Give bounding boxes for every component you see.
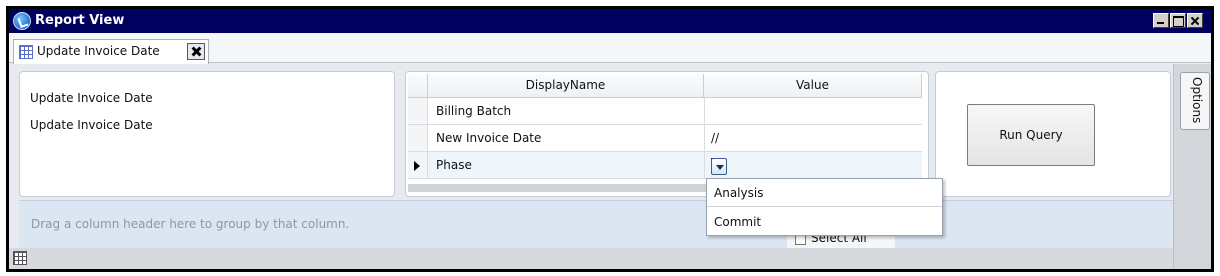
close-icon[interactable] (187, 43, 205, 60)
title-bar[interactable]: Report View (9, 9, 1211, 33)
param-value-cell[interactable] (704, 98, 922, 124)
group-by-hint: Drag a column header here to group by th… (31, 217, 350, 231)
row-selector-header (408, 74, 428, 98)
param-name-cell: Billing Batch (436, 104, 512, 118)
document-tab-strip: Update Invoice Date (9, 33, 1211, 64)
group-by-panel[interactable]: Drag a column header here to group by th… (19, 200, 1173, 249)
report-description-line: Update Invoice Date (30, 118, 153, 132)
actions-panel: Run Query (935, 71, 1171, 197)
option-label: Analysis (714, 186, 764, 200)
table-row[interactable]: New Invoice Date // (408, 125, 922, 152)
table-row[interactable]: Phase (408, 152, 922, 179)
maximize-button[interactable] (1170, 13, 1186, 28)
current-row-arrow-icon (414, 161, 420, 171)
side-panel-strip: Options (1173, 64, 1211, 269)
column-header-displayname[interactable]: DisplayName (428, 74, 704, 98)
param-name-cell: New Invoice Date (436, 131, 542, 145)
option-label: Commit (714, 215, 762, 229)
report-view-window: Report View Update Invoice Date Update I… (6, 6, 1214, 272)
options-tab-label: Options (1190, 77, 1204, 124)
chevron-down-icon[interactable] (711, 158, 727, 175)
report-content: Update Invoice Date Update Invoice Date … (9, 64, 1173, 269)
tab-options[interactable]: Options (1180, 72, 1210, 130)
column-header-value[interactable]: Value (704, 74, 922, 98)
app-globe-icon (13, 12, 31, 30)
row-selector[interactable] (408, 125, 428, 151)
param-value-text: // (711, 131, 720, 145)
row-selector[interactable] (408, 98, 428, 124)
grid-footer (9, 248, 1173, 269)
param-value-cell[interactable]: // (704, 125, 922, 151)
minimize-button[interactable] (1153, 13, 1169, 28)
param-name-cell: Phase (436, 158, 472, 172)
parameters-summary-panel: Update Invoice Date Update Invoice Date (19, 71, 395, 197)
dropdown-option-analysis[interactable]: Analysis (707, 179, 942, 207)
tab-label: Update Invoice Date (37, 44, 160, 58)
grid-icon (19, 45, 33, 59)
tab-update-invoice-date[interactable]: Update Invoice Date (13, 39, 209, 64)
column-chooser-icon[interactable] (13, 251, 27, 265)
phase-value-editor[interactable] (704, 152, 922, 178)
table-row[interactable]: Billing Batch (408, 98, 922, 125)
parameter-grid: DisplayName Value Billing Batch New Invo… (408, 74, 922, 182)
close-window-button[interactable] (1187, 13, 1203, 28)
window-title: Report View (35, 13, 125, 28)
run-query-button[interactable]: Run Query (967, 104, 1095, 166)
dropdown-option-commit[interactable]: Commit (707, 208, 942, 236)
phase-dropdown-list[interactable]: Analysis Commit (706, 178, 943, 236)
report-name-line: Update Invoice Date (30, 91, 153, 105)
row-selector[interactable] (408, 152, 428, 178)
